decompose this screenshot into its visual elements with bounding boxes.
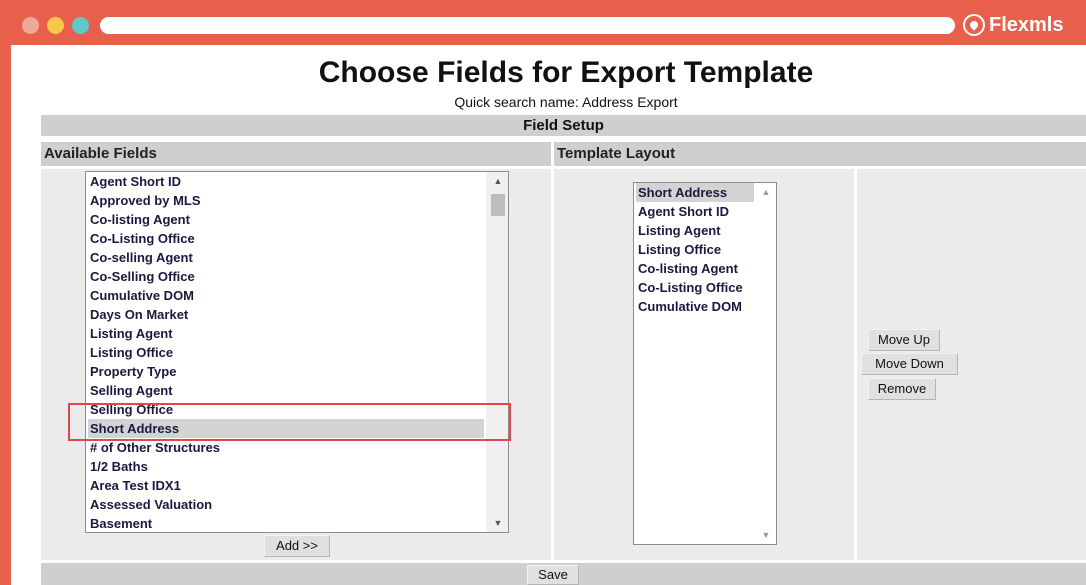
list-item[interactable]: Property Type bbox=[88, 362, 484, 381]
scroll-up-icon[interactable]: ▲ bbox=[487, 174, 508, 188]
list-item[interactable]: Area Test IDX1 bbox=[88, 476, 484, 495]
brand-name: Flexmls bbox=[989, 13, 1064, 36]
list-item-selected[interactable]: Short Address bbox=[636, 183, 754, 202]
scroll-up-icon[interactable]: ▲ bbox=[756, 185, 776, 199]
maximize-window-icon[interactable] bbox=[72, 17, 89, 34]
available-fields-list[interactable]: Agent Short ID Approved by MLS Co-listin… bbox=[85, 171, 509, 533]
list-item[interactable]: 1/2 Baths bbox=[88, 457, 484, 476]
remove-field-button[interactable]: Remove bbox=[868, 378, 936, 400]
selection-highlight-box bbox=[68, 403, 511, 441]
move-down-button[interactable]: Move Down bbox=[861, 353, 958, 375]
scroll-down-icon[interactable]: ▼ bbox=[487, 516, 508, 530]
flexmls-logo: Flexmls bbox=[963, 12, 1063, 38]
location-pin-icon bbox=[963, 14, 985, 36]
export-template-page: Choose Fields for Export Template Quick … bbox=[11, 45, 1086, 585]
list-item[interactable]: Co-selling Agent bbox=[88, 248, 484, 267]
list-item[interactable]: Approved by MLS bbox=[88, 191, 484, 210]
move-up-button[interactable]: Move Up bbox=[868, 329, 940, 351]
template-layout-list[interactable]: Short Address Agent Short ID Listing Age… bbox=[633, 182, 777, 545]
list-item[interactable]: Cumulative DOM bbox=[636, 297, 754, 316]
list-item[interactable]: Co-listing Agent bbox=[636, 259, 754, 278]
address-bar[interactable] bbox=[100, 17, 955, 34]
list-item[interactable]: Cumulative DOM bbox=[88, 286, 484, 305]
minimize-window-icon[interactable] bbox=[47, 17, 64, 34]
list-item[interactable]: Listing Agent bbox=[636, 221, 754, 240]
list-item[interactable]: Co-Selling Office bbox=[88, 267, 484, 286]
list-item[interactable]: Co-Listing Office bbox=[88, 229, 484, 248]
quick-search-name: Quick search name: Address Export bbox=[454, 94, 678, 110]
list-item[interactable]: Agent Short ID bbox=[636, 202, 754, 221]
template-layout-heading: Template Layout bbox=[554, 142, 1086, 166]
available-fields-heading: Available Fields bbox=[41, 142, 551, 166]
list-item[interactable]: Selling Agent bbox=[88, 381, 484, 400]
list-item[interactable]: Agent Short ID bbox=[88, 172, 484, 191]
close-window-icon[interactable] bbox=[22, 17, 39, 34]
list-item[interactable]: Listing Office bbox=[636, 240, 754, 259]
list-item[interactable]: Listing Office bbox=[88, 343, 484, 362]
list-item[interactable]: Assessed Valuation bbox=[88, 495, 484, 514]
available-fields-scrollbar[interactable]: ▲ ▼ bbox=[486, 172, 508, 532]
list-item[interactable]: Listing Agent bbox=[88, 324, 484, 343]
list-item[interactable]: Basement bbox=[88, 514, 484, 532]
template-layout-scrollbar[interactable]: ▲ ▼ bbox=[756, 183, 776, 544]
page-title: Choose Fields for Export Template bbox=[318, 56, 814, 89]
list-item[interactable]: Co-Listing Office bbox=[636, 278, 754, 297]
scroll-thumb[interactable] bbox=[491, 194, 505, 216]
scroll-down-icon[interactable]: ▼ bbox=[756, 528, 776, 542]
list-item[interactable]: Co-listing Agent bbox=[88, 210, 484, 229]
field-setup-heading: Field Setup bbox=[41, 115, 1086, 136]
add-field-button[interactable]: Add >> bbox=[264, 535, 330, 557]
list-item[interactable]: Days On Market bbox=[88, 305, 484, 324]
save-button[interactable]: Save bbox=[527, 565, 579, 585]
